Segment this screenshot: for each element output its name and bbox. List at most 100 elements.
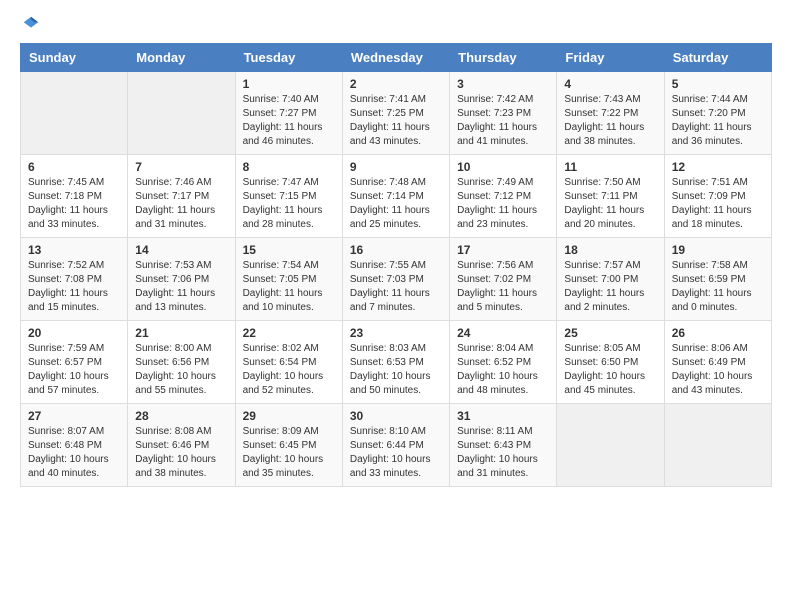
day-number: 12 [672,160,764,174]
day-number: 16 [350,243,442,257]
day-number: 10 [457,160,549,174]
day-number: 25 [564,326,656,340]
calendar-cell: 31 Sunrise: 8:11 AM Sunset: 6:43 PM Dayli… [450,404,557,487]
day-info: Sunrise: 7:50 AM Sunset: 7:11 PM Dayligh… [564,176,656,232]
calendar-week-2: 6 Sunrise: 7:45 AM Sunset: 7:18 PM Daylig… [21,155,772,238]
day-number: 17 [457,243,549,257]
logo-flag-icon [22,15,40,33]
calendar-cell [21,72,128,155]
day-info: Sunrise: 7:52 AM Sunset: 7:08 PM Dayligh… [28,259,120,315]
day-number: 20 [28,326,120,340]
day-info: Sunrise: 7:53 AM Sunset: 7:06 PM Dayligh… [135,259,227,315]
calendar-week-3: 13 Sunrise: 7:52 AM Sunset: 7:08 PM Dayli… [21,238,772,321]
calendar-cell: 21 Sunrise: 8:00 AM Sunset: 6:56 PM Dayli… [128,321,235,404]
day-number: 9 [350,160,442,174]
day-info: Sunrise: 7:57 AM Sunset: 7:00 PM Dayligh… [564,259,656,315]
day-info: Sunrise: 7:56 AM Sunset: 7:02 PM Dayligh… [457,259,549,315]
day-number: 15 [243,243,335,257]
day-info: Sunrise: 7:49 AM Sunset: 7:12 PM Dayligh… [457,176,549,232]
day-info: Sunrise: 7:59 AM Sunset: 6:57 PM Dayligh… [28,342,120,398]
day-number: 2 [350,77,442,91]
day-number: 19 [672,243,764,257]
weekday-header-row: SundayMondayTuesdayWednesdayThursdayFrid… [21,44,772,72]
day-info: Sunrise: 7:45 AM Sunset: 7:18 PM Dayligh… [28,176,120,232]
weekday-header-tuesday: Tuesday [235,44,342,72]
calendar-cell: 18Sunrise: 7:57 AM Sunset: 7:00 PM Dayli… [557,238,664,321]
day-info: Sunrise: 8:07 AM Sunset: 6:48 PM Dayligh… [28,425,120,481]
day-number: 7 [135,160,227,174]
calendar-cell: 22Sunrise: 8:02 AM Sunset: 6:54 PM Dayli… [235,321,342,404]
day-info: Sunrise: 8:08 AM Sunset: 6:46 PM Dayligh… [135,425,227,481]
calendar-cell: 13 Sunrise: 7:52 AM Sunset: 7:08 PM Dayli… [21,238,128,321]
calendar-table: SundayMondayTuesdayWednesdayThursdayFrid… [20,43,772,487]
page: SundayMondayTuesdayWednesdayThursdayFrid… [0,0,792,507]
logo [20,15,40,33]
day-info: Sunrise: 8:03 AM Sunset: 6:53 PM Dayligh… [350,342,442,398]
day-number: 21 [135,326,227,340]
calendar-cell: 12 Sunrise: 7:51 AM Sunset: 7:09 PM Dayli… [664,155,771,238]
day-info: Sunrise: 7:41 AM Sunset: 7:25 PM Dayligh… [350,93,442,149]
day-info: Sunrise: 8:10 AM Sunset: 6:44 PM Dayligh… [350,425,442,481]
day-number: 31 [457,409,549,423]
day-number: 5 [672,77,764,91]
day-number: 27 [28,409,120,423]
day-number: 29 [243,409,335,423]
header [20,15,772,33]
calendar-cell: 30 Sunrise: 8:10 AM Sunset: 6:44 PM Dayli… [342,404,449,487]
calendar-cell [664,404,771,487]
calendar-cell: 14 Sunrise: 7:53 AM Sunset: 7:06 PM Dayli… [128,238,235,321]
day-info: Sunrise: 8:11 AM Sunset: 6:43 PM Dayligh… [457,425,549,481]
day-number: 23 [350,326,442,340]
calendar-week-5: 27 Sunrise: 8:07 AM Sunset: 6:48 PM Dayli… [21,404,772,487]
day-info: Sunrise: 7:48 AM Sunset: 7:14 PM Dayligh… [350,176,442,232]
day-info: Sunrise: 7:51 AM Sunset: 7:09 PM Dayligh… [672,176,764,232]
day-number: 1 [243,77,335,91]
weekday-header-friday: Friday [557,44,664,72]
day-number: 6 [28,160,120,174]
calendar-cell: 27 Sunrise: 8:07 AM Sunset: 6:48 PM Dayli… [21,404,128,487]
day-number: 11 [564,160,656,174]
day-info: Sunrise: 7:46 AM Sunset: 7:17 PM Dayligh… [135,176,227,232]
day-info: Sunrise: 8:06 AM Sunset: 6:49 PM Dayligh… [672,342,764,398]
day-number: 8 [243,160,335,174]
day-number: 3 [457,77,549,91]
calendar-cell: 3Sunrise: 7:42 AM Sunset: 7:23 PM Daylig… [450,72,557,155]
weekday-header-sunday: Sunday [21,44,128,72]
day-info: Sunrise: 7:55 AM Sunset: 7:03 PM Dayligh… [350,259,442,315]
day-number: 13 [28,243,120,257]
calendar-cell: 10 Sunrise: 7:49 AM Sunset: 7:12 PM Dayli… [450,155,557,238]
calendar-cell [557,404,664,487]
calendar-cell: 8Sunrise: 7:47 AM Sunset: 7:15 PM Daylig… [235,155,342,238]
day-info: Sunrise: 7:58 AM Sunset: 6:59 PM Dayligh… [672,259,764,315]
day-info: Sunrise: 8:04 AM Sunset: 6:52 PM Dayligh… [457,342,549,398]
day-number: 28 [135,409,227,423]
calendar-cell: 7 Sunrise: 7:46 AM Sunset: 7:17 PM Daylig… [128,155,235,238]
weekday-header-wednesday: Wednesday [342,44,449,72]
day-info: Sunrise: 7:44 AM Sunset: 7:20 PM Dayligh… [672,93,764,149]
calendar-cell: 20 Sunrise: 7:59 AM Sunset: 6:57 PM Dayli… [21,321,128,404]
calendar-cell: 29 Sunrise: 8:09 AM Sunset: 6:45 PM Dayli… [235,404,342,487]
calendar-cell: 19 Sunrise: 7:58 AM Sunset: 6:59 PM Dayli… [664,238,771,321]
calendar-cell: 2 Sunrise: 7:41 AM Sunset: 7:25 PM Daylig… [342,72,449,155]
day-info: Sunrise: 8:05 AM Sunset: 6:50 PM Dayligh… [564,342,656,398]
day-info: Sunrise: 8:02 AM Sunset: 6:54 PM Dayligh… [243,342,335,398]
calendar-cell: 9 Sunrise: 7:48 AM Sunset: 7:14 PM Daylig… [342,155,449,238]
calendar-cell: 16 Sunrise: 7:55 AM Sunset: 7:03 PM Dayli… [342,238,449,321]
calendar-cell: 17 Sunrise: 7:56 AM Sunset: 7:02 PM Dayli… [450,238,557,321]
calendar-cell: 24 Sunrise: 8:04 AM Sunset: 6:52 PM Dayli… [450,321,557,404]
calendar-cell: 28 Sunrise: 8:08 AM Sunset: 6:46 PM Dayli… [128,404,235,487]
day-number: 4 [564,77,656,91]
day-number: 24 [457,326,549,340]
calendar-cell: 5 Sunrise: 7:44 AM Sunset: 7:20 PM Daylig… [664,72,771,155]
calendar-week-1: 1 Sunrise: 7:40 AM Sunset: 7:27 PM Daylig… [21,72,772,155]
calendar-cell: 23 Sunrise: 8:03 AM Sunset: 6:53 PM Dayli… [342,321,449,404]
calendar-cell: 26Sunrise: 8:06 AM Sunset: 6:49 PM Dayli… [664,321,771,404]
day-info: Sunrise: 8:09 AM Sunset: 6:45 PM Dayligh… [243,425,335,481]
calendar-cell: 15Sunrise: 7:54 AM Sunset: 7:05 PM Dayli… [235,238,342,321]
day-info: Sunrise: 7:40 AM Sunset: 7:27 PM Dayligh… [243,93,335,149]
day-number: 30 [350,409,442,423]
day-number: 14 [135,243,227,257]
calendar-cell: 11 Sunrise: 7:50 AM Sunset: 7:11 PM Dayli… [557,155,664,238]
weekday-header-thursday: Thursday [450,44,557,72]
day-info: Sunrise: 8:00 AM Sunset: 6:56 PM Dayligh… [135,342,227,398]
